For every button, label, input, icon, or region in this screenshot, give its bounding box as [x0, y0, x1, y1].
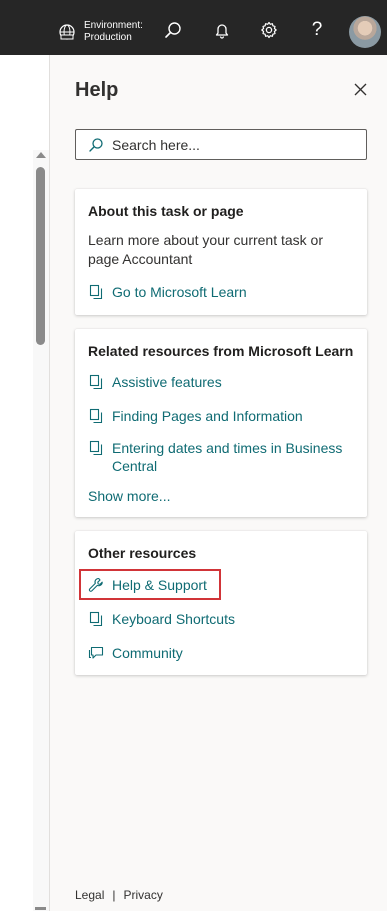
footer-separator: |	[112, 888, 116, 902]
community-link[interactable]: Community	[88, 644, 183, 662]
finding-pages-link[interactable]: Finding Pages and Information	[88, 407, 303, 425]
documents-icon	[88, 374, 104, 390]
link-label[interactable]: Assistive features	[112, 373, 222, 391]
about-card-description: Learn more about your current task or pa…	[88, 232, 324, 267]
link-label[interactable]: Entering dates and times in Business Cen…	[112, 439, 353, 475]
legal-link[interactable]: Legal	[75, 888, 104, 902]
show-more-link[interactable]: Show more...	[88, 488, 170, 504]
search-icon[interactable]	[163, 20, 183, 40]
related-resources-card: Related resources from Microsoft Learn A…	[75, 329, 367, 517]
close-button[interactable]	[353, 82, 368, 97]
go-to-microsoft-learn-link[interactable]: Go to Microsoft Learn	[88, 283, 247, 301]
pane-title: Help	[75, 79, 119, 101]
about-card-title: About this task or page	[88, 203, 244, 219]
documents-icon	[88, 611, 104, 627]
pane-footer: Legal | Privacy	[75, 888, 163, 902]
search-field[interactable]	[75, 129, 367, 160]
privacy-link[interactable]: Privacy	[124, 888, 163, 902]
environment-icon	[58, 23, 76, 41]
keyboard-shortcuts-link[interactable]: Keyboard Shortcuts	[88, 610, 235, 628]
assistive-features-link[interactable]: Assistive features	[88, 373, 222, 391]
other-card-title: Other resources	[88, 545, 197, 561]
chat-icon	[88, 645, 104, 661]
environment-label: Environment:	[84, 20, 143, 31]
about-card: About this task or page Learn more about…	[75, 189, 367, 315]
link-label[interactable]: Finding Pages and Information	[112, 407, 303, 425]
link-label[interactable]: Community	[112, 644, 183, 662]
other-resources-card: Other resources Help & Support Keyboard …	[75, 531, 367, 675]
gear-icon[interactable]	[259, 20, 279, 40]
scrollbar-thumb[interactable]	[36, 167, 45, 345]
environment-value: Production	[84, 32, 132, 43]
help-support-link[interactable]: Help & Support	[88, 576, 207, 594]
help-icon[interactable]: ?	[309, 19, 325, 41]
search-input[interactable]	[112, 136, 352, 153]
documents-icon	[88, 284, 104, 300]
link-label[interactable]: Help & Support	[112, 576, 207, 594]
avatar[interactable]	[349, 16, 381, 48]
link-label[interactable]: Go to Microsoft Learn	[112, 283, 247, 301]
help-pane: Help About this task or page Learn more …	[49, 55, 387, 911]
bell-icon[interactable]	[212, 20, 232, 40]
link-label[interactable]: Keyboard Shortcuts	[112, 610, 235, 628]
page-background	[0, 55, 49, 911]
related-card-title: Related resources from Microsoft Learn	[88, 343, 354, 359]
close-icon	[354, 83, 367, 96]
documents-icon	[88, 408, 104, 424]
search-icon	[88, 137, 104, 153]
environment-indicator[interactable]: Environment: Production	[58, 17, 143, 47]
wrench-icon	[88, 577, 104, 593]
scroll-up-arrow-icon[interactable]	[36, 152, 46, 158]
entering-dates-link[interactable]: Entering dates and times in Business Cen…	[88, 439, 353, 475]
scroll-down-indicator[interactable]	[35, 907, 46, 910]
documents-icon	[88, 440, 104, 456]
top-bar: Environment: Production ?	[0, 0, 387, 55]
